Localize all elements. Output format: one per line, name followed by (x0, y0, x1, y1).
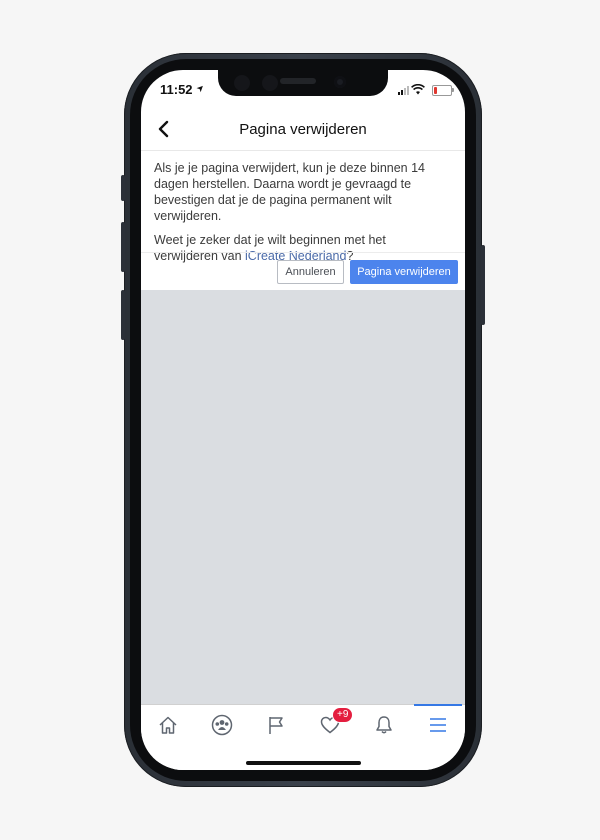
battery-icon (432, 85, 454, 96)
bell-icon (376, 716, 392, 734)
tab-menu[interactable] (414, 704, 462, 745)
phone-volume-up (121, 222, 125, 272)
phone-mute-switch (121, 175, 125, 201)
action-bar: Annuleren Pagina verwijderen (141, 252, 465, 291)
tab-home[interactable] (146, 705, 190, 745)
flag-icon (269, 717, 283, 734)
empty-gray-area (141, 290, 465, 704)
phone-screen: 11:52 ➤ Pagina verwijderen Als je je pag… (141, 70, 465, 770)
tab-pages[interactable] (254, 705, 298, 745)
menu-icon (430, 718, 446, 732)
location-arrow-icon: ➤ (194, 81, 207, 95)
status-time: 11:52 (160, 82, 193, 97)
bottom-tab-bar: +9 (141, 704, 465, 770)
wifi-icon (411, 84, 425, 95)
recovery-info-text: Als je je pagina verwijdert, kun je deze… (154, 161, 426, 223)
tab-groups[interactable] (200, 705, 244, 745)
notification-badge: +9 (332, 707, 354, 723)
phone-volume-down (121, 290, 125, 340)
delete-page-button[interactable]: Pagina verwijderen (350, 260, 458, 284)
page-title: Pagina verwijderen (239, 121, 367, 138)
groups-icon (211, 714, 233, 736)
nav-bar: Pagina verwijderen (141, 110, 465, 151)
home-indicator[interactable] (246, 761, 361, 765)
cellular-signal-icon (398, 86, 409, 95)
phone-power-button (481, 245, 485, 325)
cancel-button[interactable]: Annuleren (277, 260, 344, 284)
tab-dating[interactable]: +9 (308, 705, 354, 745)
notch (218, 70, 388, 96)
home-icon (159, 716, 177, 734)
tab-notifications[interactable] (362, 705, 406, 745)
